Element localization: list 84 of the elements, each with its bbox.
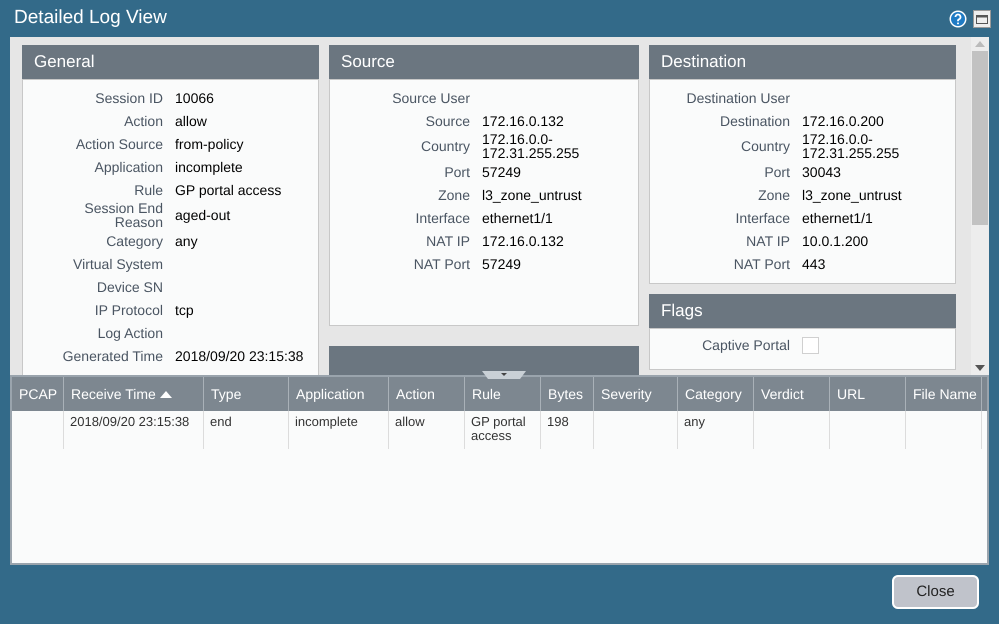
column-header[interactable]: URL xyxy=(830,377,906,411)
field-label: Interface xyxy=(414,210,470,224)
field-label: Rule xyxy=(133,182,163,196)
scroll-down-icon[interactable] xyxy=(975,365,985,371)
field-value: aged-out xyxy=(175,208,232,222)
field-value: 2018/09/20 23:15:38 xyxy=(175,348,304,362)
help-icon[interactable] xyxy=(949,10,967,28)
column-header[interactable]: Receive Time xyxy=(64,377,204,411)
splitter-handle-icon[interactable] xyxy=(482,371,526,379)
field-label: Action xyxy=(123,114,163,128)
scrollbar[interactable] xyxy=(971,37,989,375)
field-label: Generated Time xyxy=(62,348,163,362)
column-header[interactable]: Bytes xyxy=(541,377,594,411)
table-cell: end xyxy=(210,414,232,429)
panel-header: Flags xyxy=(649,294,956,328)
panel-header: Destination xyxy=(649,45,956,79)
checkbox[interactable] xyxy=(802,336,819,354)
field-value: allow xyxy=(175,114,208,128)
column-header[interactable]: Severity xyxy=(594,377,678,411)
field-label: IP Protocol xyxy=(94,302,163,316)
column-header[interactable]: Type xyxy=(204,377,289,411)
field-label: Device SN xyxy=(96,280,163,294)
table-cell: GP portal access xyxy=(471,414,526,443)
scrollbar-thumb[interactable] xyxy=(972,51,988,225)
field-value: 30043 xyxy=(802,164,842,178)
flag-label: Captive Portal xyxy=(701,336,790,355)
column-header[interactable]: Rule xyxy=(465,377,541,411)
field-label: Destination User xyxy=(686,90,790,104)
column-header[interactable]: Category xyxy=(678,377,754,411)
field-value: ethernet1/1 xyxy=(482,210,554,224)
column-header[interactable]: Application xyxy=(289,377,389,411)
table-cell: incomplete xyxy=(295,414,358,429)
field-value: l3_zone_untrust xyxy=(482,188,583,202)
field-value: 172.16.0.0-172.31.255.255 xyxy=(802,132,900,160)
field-value: 10.0.1.200 xyxy=(802,234,870,248)
field-value: incomplete xyxy=(175,160,244,174)
column-header[interactable]: PCAP xyxy=(12,377,64,411)
field-label: Port xyxy=(443,164,470,178)
field-label: Country xyxy=(740,139,790,153)
table-cell: 2018/09/20 23:15:38 xyxy=(70,414,190,429)
field-value: GP portal access xyxy=(175,182,282,196)
field-label: Zone xyxy=(757,188,790,202)
panel-header: Source xyxy=(329,45,639,79)
column-header[interactable]: File Name xyxy=(906,377,982,411)
field-value: 172.16.0.200 xyxy=(802,114,885,128)
field-value: 172.16.0.132 xyxy=(482,114,565,128)
field-value: ethernet1/1 xyxy=(802,210,874,224)
field-value: l3_zone_untrust xyxy=(802,188,903,202)
field-label: NAT Port xyxy=(412,256,470,270)
field-label: Source xyxy=(424,114,470,128)
field-label: Session End Reason xyxy=(83,201,163,229)
table-cell: allow xyxy=(395,414,425,429)
table-cell: 198 xyxy=(547,414,569,429)
field-label: NAT IP xyxy=(425,234,470,248)
field-label: Action Source xyxy=(74,136,163,150)
field-label: Source User xyxy=(391,90,470,104)
field-label: Port xyxy=(763,164,790,178)
field-label: NAT Port xyxy=(732,256,790,270)
column-header[interactable]: Action xyxy=(389,377,465,411)
field-label: Country xyxy=(420,139,470,153)
field-label: Destination xyxy=(718,114,790,128)
field-value: 57249 xyxy=(482,256,522,270)
panel-header: General xyxy=(22,45,319,79)
field-value: any xyxy=(175,234,199,248)
field-value: 172.16.0.132 xyxy=(482,234,565,248)
window-title: Detailed Log View xyxy=(14,6,167,30)
field-label: Category xyxy=(105,234,163,248)
close-button[interactable]: Close xyxy=(892,575,979,609)
field-value: tcp xyxy=(175,302,195,316)
field-label: NAT IP xyxy=(745,234,790,248)
field-label: Zone xyxy=(437,188,470,202)
field-label: Session ID xyxy=(94,90,163,104)
column-header[interactable]: Verdict xyxy=(754,377,830,411)
field-label: Application xyxy=(94,160,163,174)
field-label: Virtual System xyxy=(72,256,163,270)
field-value: 172.16.0.0-172.31.255.255 xyxy=(482,132,580,160)
field-value: from-policy xyxy=(175,136,244,150)
field-value: 10066 xyxy=(175,90,215,104)
window-icon[interactable] xyxy=(973,10,991,28)
field-label: Interface xyxy=(734,210,790,224)
field-value: 443 xyxy=(802,256,826,270)
field-label: Log Action xyxy=(96,326,163,340)
table-cell: any xyxy=(684,414,705,429)
field-value: 57249 xyxy=(482,164,522,178)
